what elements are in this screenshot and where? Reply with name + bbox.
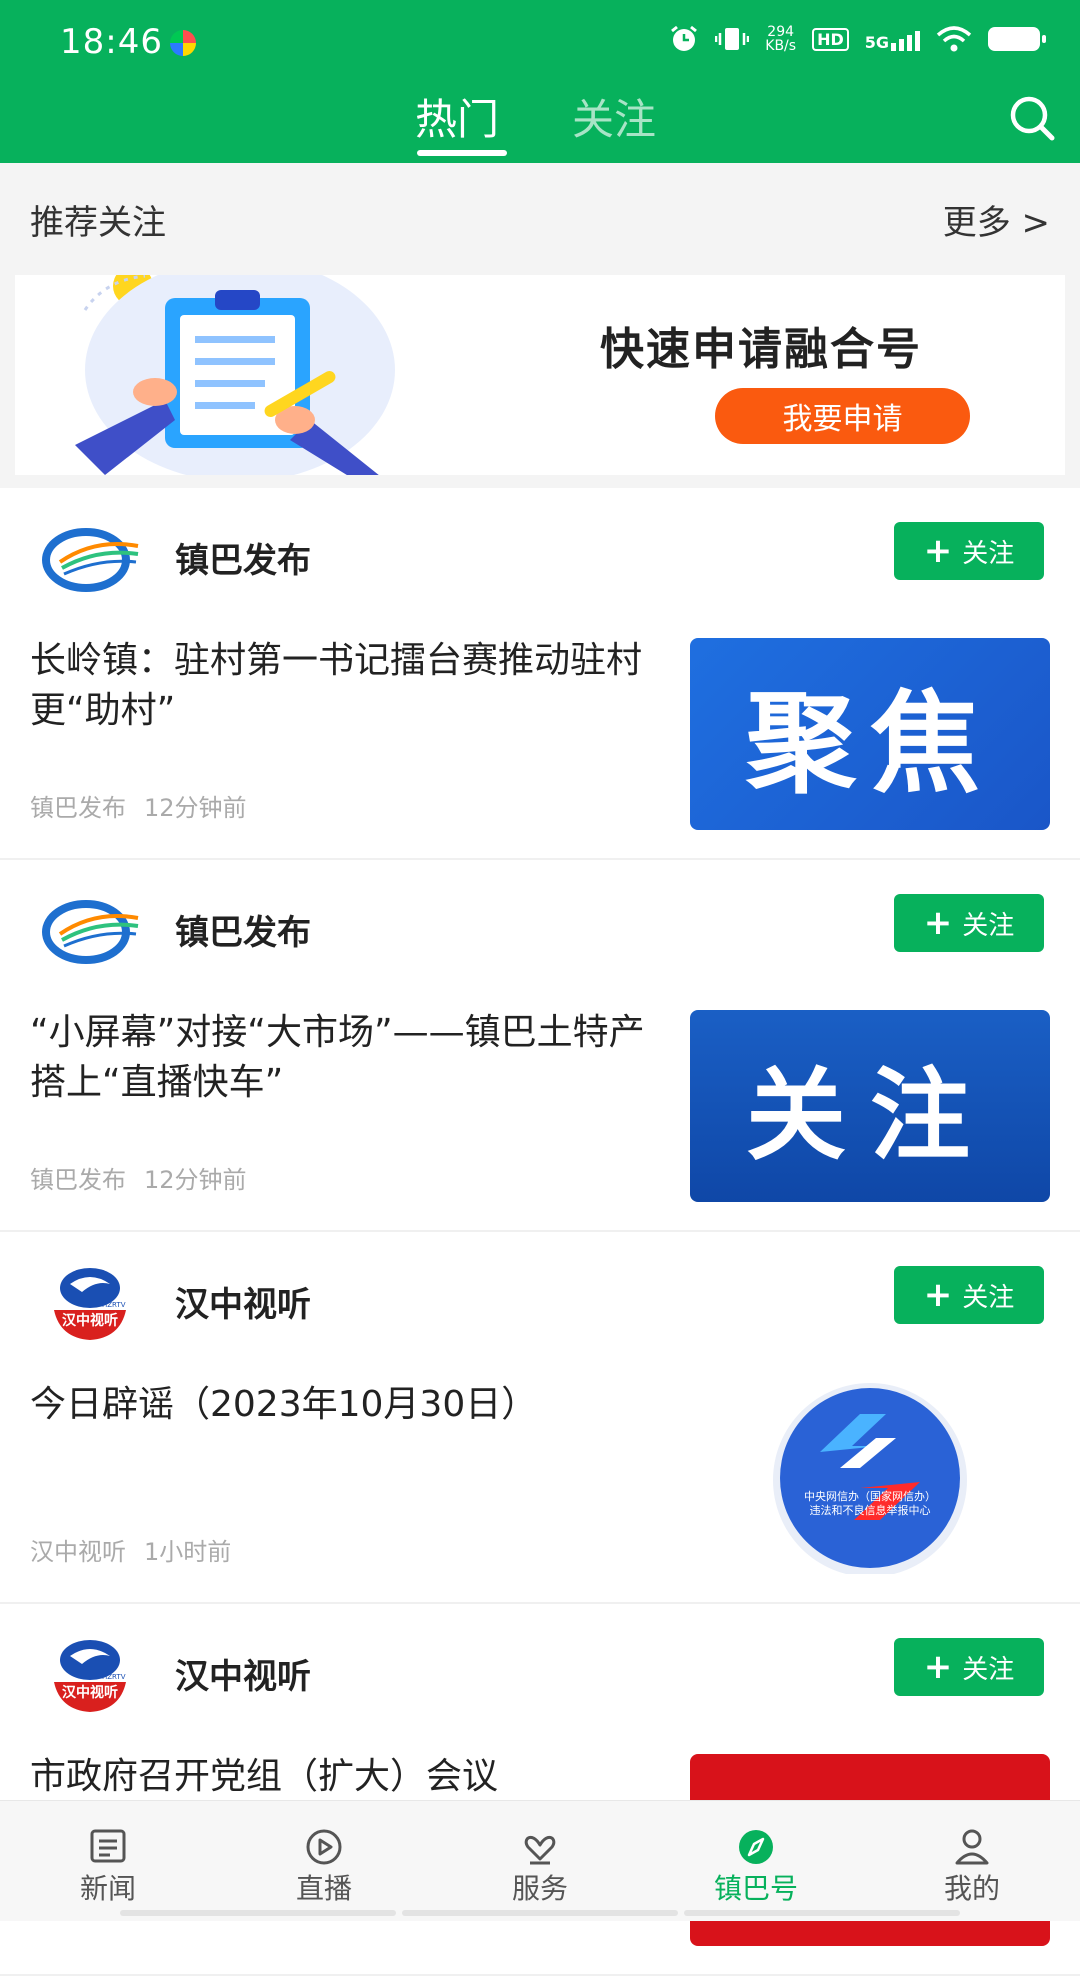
plus-icon: + [923, 1275, 953, 1315]
top-header: 18:46 294 KB/s HD 5G 热门 关注 [0, 0, 1080, 163]
source-name[interactable]: 镇巴发布 [175, 533, 311, 582]
apply-button[interactable]: 我要申请 [715, 388, 970, 444]
feed-list: 镇巴发布 + 关注 长岭镇：驻村第一书记擂台赛推动驻村更“助村” 镇巴发布 12分… [0, 488, 1080, 1976]
nav-news[interactable]: 新闻 [0, 1801, 216, 1921]
net-speed-value: 294 [767, 24, 795, 40]
article-headline[interactable]: 长岭镇：驻村第一书记擂台赛推动驻村更“助村” [30, 636, 670, 736]
nav-label: 服务 [511, 1872, 568, 1905]
follow-label: 关注 [962, 538, 1015, 569]
nav-zhenba-account[interactable]: 镇巴号 [648, 1801, 864, 1921]
vibrate-icon [715, 28, 750, 50]
tab-following[interactable]: 关注 [572, 86, 656, 147]
gesture-bar [120, 1910, 960, 1916]
more-link[interactable]: 更多 > [943, 195, 1050, 244]
meta-source: 镇巴发布 [30, 794, 126, 822]
follow-button[interactable]: + 关注 [894, 1266, 1044, 1324]
feed-card[interactable]: 镇巴发布 + 关注 “小屏幕”对接“大市场”——镇巴土特产搭上“直播快车” 镇巴… [0, 860, 1080, 1232]
search-icon[interactable] [1006, 92, 1058, 144]
article-headline[interactable]: 今日辟谣（2023年10月30日） [30, 1380, 670, 1430]
follow-button[interactable]: + 关注 [894, 894, 1044, 952]
follow-label: 关注 [962, 910, 1015, 941]
follow-button[interactable]: + 关注 [894, 522, 1044, 580]
nav-service[interactable]: 服务 [432, 1801, 648, 1921]
profile-icon [955, 1829, 989, 1865]
zhenba-logo [42, 528, 139, 592]
thumbnail-text: 聚焦 [746, 680, 994, 808]
follow-button[interactable]: + 关注 [894, 1638, 1044, 1696]
signal-indicator: 5G [865, 27, 920, 51]
article-meta: 汉中视听 1小时前 [30, 1532, 231, 1567]
clipboard-illustration [75, 275, 395, 475]
article-meta: 镇巴发布 12分钟前 [30, 1160, 247, 1195]
zhenba-logo [42, 900, 139, 964]
hztv-logo: 汉中视听 HZRTV [52, 1636, 128, 1712]
article-thumbnail[interactable]: 聚焦 [690, 638, 1050, 830]
nav-label: 我的 [943, 1872, 1000, 1905]
feed-tabs: 热门 关注 [0, 86, 1080, 163]
article-headline[interactable]: “小屏幕”对接“大市场”——镇巴土特产搭上“直播快车” [30, 1008, 670, 1108]
active-tab-indicator [417, 150, 507, 156]
article-meta: 镇巴发布 12分钟前 [30, 788, 247, 823]
hztv-logo-sub: HZRTV [102, 1301, 126, 1309]
article-thumbnail[interactable]: 中央网信办（国家网信办） 违法和不良信息举报中心 [690, 1382, 1050, 1574]
tab-hot[interactable]: 热门 [415, 86, 499, 147]
hztv-logo-sub: HZRTV [102, 1673, 126, 1681]
nav-live[interactable]: 直播 [216, 1801, 432, 1921]
plus-icon: + [923, 531, 953, 571]
network-type: 5G [864, 33, 889, 52]
source-name[interactable]: 汉中视听 [175, 1277, 311, 1326]
nav-label: 直播 [295, 1872, 352, 1905]
net-speed: 294 KB/s [765, 25, 796, 53]
service-icon [524, 1835, 556, 1865]
status-bar: 18:46 294 KB/s HD 5G [0, 0, 1080, 86]
banner-title: 快速申请融合号 [600, 324, 922, 375]
hztv-logo: 汉中视听 HZRTV [52, 1264, 128, 1340]
compass-icon [739, 1830, 773, 1864]
status-icons: 294 KB/s HD 5G [669, 24, 1046, 54]
nav-label: 新闻 [79, 1872, 136, 1905]
article-headline[interactable]: 市政府召开党组（扩大）会议 [30, 1752, 670, 1802]
meta-source: 汉中视听 [30, 1538, 126, 1566]
thumbnail-caption-1: 中央网信办（国家网信办） [804, 1489, 936, 1503]
hd-badge: HD [812, 27, 849, 51]
news-icon [90, 1829, 126, 1863]
nav-label: 镇巴号 [713, 1872, 798, 1905]
source-name[interactable]: 镇巴发布 [175, 905, 311, 954]
meta-time: 1小时前 [144, 1538, 232, 1566]
net-speed-unit: KB/s [765, 38, 797, 54]
status-time: 18:46 [60, 22, 163, 62]
follow-label: 关注 [962, 1654, 1015, 1685]
nav-profile[interactable]: 我的 [864, 1801, 1080, 1921]
app-notification-icon [170, 30, 196, 56]
source-name[interactable]: 汉中视听 [175, 1649, 311, 1698]
plus-icon: + [923, 903, 953, 943]
meta-time: 12分钟前 [144, 794, 247, 822]
live-play-icon [306, 1829, 342, 1865]
feed-card[interactable]: 汉中视听 HZRTV 汉中视听 + 关注 今日辟谣（2023年10月30日） 汉… [0, 1232, 1080, 1604]
plus-icon: + [923, 1647, 953, 1687]
battery-icon [988, 27, 1046, 51]
meta-time: 12分钟前 [144, 1166, 247, 1194]
alarm-icon [671, 25, 698, 51]
hztv-logo-label: 汉中视听 [62, 1312, 118, 1329]
signal-bars-icon [891, 27, 920, 51]
thumbnail-text: 关注 [746, 1056, 994, 1174]
recommend-title: 推荐关注 [30, 203, 166, 243]
recommend-section: 推荐关注 更多 > 快速申请融合号 我要申请 [0, 163, 1080, 488]
feed-card[interactable]: 镇巴发布 + 关注 长岭镇：驻村第一书记擂台赛推动驻村更“助村” 镇巴发布 12分… [0, 488, 1080, 860]
meta-source: 镇巴发布 [30, 1166, 126, 1194]
bottom-navigation: 新闻 直播 服务 镇巴号 我的 [0, 1800, 1080, 1921]
hztv-logo-label: 汉中视听 [62, 1684, 118, 1701]
wifi-icon [936, 26, 972, 52]
apply-banner[interactable]: 快速申请融合号 我要申请 [15, 275, 1065, 475]
article-thumbnail[interactable]: 关注 [690, 1010, 1050, 1202]
thumbnail-caption-2: 违法和不良信息举报中心 [810, 1503, 931, 1517]
follow-label: 关注 [962, 1282, 1015, 1313]
